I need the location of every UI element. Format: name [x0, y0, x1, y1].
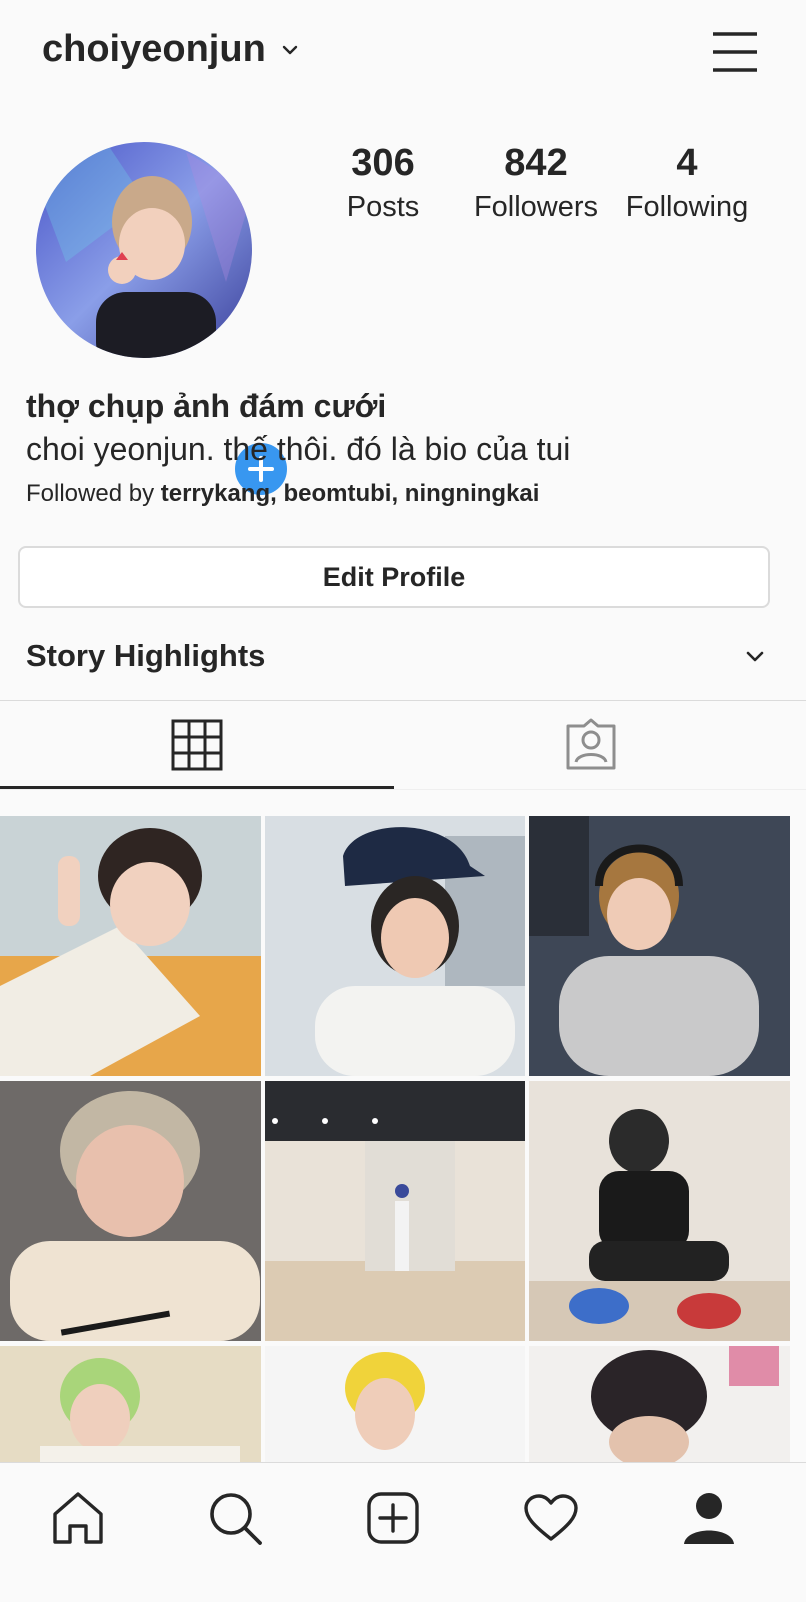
- chevron-down-icon: [282, 45, 297, 54]
- grid-post[interactable]: [265, 1346, 525, 1462]
- followed-by-names[interactable]: terrykang, beomtubi, ningningkai: [161, 480, 540, 507]
- bottom-navigation: [0, 1462, 806, 1602]
- stat-following-value: 4: [676, 142, 698, 184]
- tagged-person-icon: [566, 718, 616, 770]
- grid-post[interactable]: [0, 1346, 261, 1462]
- username-label: choiyeonjun: [42, 28, 266, 70]
- grid-post[interactable]: [529, 816, 790, 1076]
- search-icon: [210, 1493, 262, 1545]
- stat-following-label: Following: [625, 191, 749, 223]
- profile-bio: thợ chụp ảnh đám cưới choi yeonjun. thế …: [26, 386, 786, 514]
- avatar-photo: [36, 142, 252, 358]
- avatar[interactable]: [36, 142, 252, 358]
- stat-following[interactable]: 4 Following: [620, 140, 754, 228]
- grid-post[interactable]: [529, 1081, 790, 1341]
- add-post-icon: [367, 1492, 419, 1544]
- grid-post[interactable]: [265, 1081, 525, 1341]
- edit-profile-button[interactable]: Edit Profile: [18, 546, 770, 608]
- nav-activity[interactable]: [516, 1483, 586, 1553]
- hamburger-menu-icon[interactable]: [710, 28, 760, 76]
- nav-new-post[interactable]: [358, 1483, 428, 1553]
- grid-post[interactable]: [529, 1346, 790, 1462]
- post-photo: [529, 1081, 790, 1341]
- nav-profile[interactable]: [674, 1483, 744, 1553]
- heart-icon: [524, 1494, 578, 1541]
- tab-tagged[interactable]: [394, 701, 788, 789]
- post-photo: [265, 1346, 525, 1462]
- profile-tabs: [0, 701, 806, 791]
- profile-stats: 306 Posts 842 Followers 4 Following: [330, 140, 790, 240]
- stat-posts[interactable]: 306 Posts: [330, 140, 436, 228]
- chevron-down-icon: [746, 651, 764, 662]
- stat-posts-label: Posts: [346, 191, 420, 223]
- tab-posts-grid[interactable]: [0, 701, 394, 789]
- post-photo: [0, 1346, 261, 1462]
- username-switcher[interactable]: choiyeonjun: [42, 28, 300, 71]
- post-photo: [0, 816, 261, 1076]
- bio-text: choi yeonjun. thế thôi. đó là bio của tu…: [26, 431, 571, 467]
- profile-icon: [684, 1493, 734, 1544]
- stat-followers-label: Followers: [473, 191, 599, 223]
- post-photo: [0, 1081, 261, 1341]
- stat-posts-value: 306: [351, 142, 415, 184]
- grid-post[interactable]: [0, 1081, 261, 1341]
- followed-by-prefix: Followed by: [26, 480, 161, 507]
- post-photo: [529, 816, 790, 1076]
- followed-by: Followed by terrykang, beomtubi, ningnin…: [26, 474, 786, 514]
- nav-search[interactable]: [200, 1483, 270, 1553]
- post-photo: [529, 1346, 790, 1462]
- post-photo: [265, 1081, 525, 1341]
- display-name: thợ chụp ảnh đám cưới: [26, 388, 387, 424]
- top-bar: choiyeonjun: [0, 0, 806, 100]
- post-photo: [265, 816, 525, 1076]
- divider: [0, 789, 806, 790]
- home-icon: [53, 1492, 103, 1544]
- grid-post[interactable]: [0, 816, 261, 1076]
- story-highlights-header[interactable]: Story Highlights: [26, 630, 766, 682]
- avatar-container[interactable]: [36, 142, 292, 500]
- stat-followers-value: 842: [504, 142, 568, 184]
- nav-home[interactable]: [43, 1483, 113, 1553]
- story-highlights-title: Story Highlights: [26, 638, 266, 673]
- grid-post[interactable]: [265, 816, 525, 1076]
- grid-icon: [171, 719, 223, 771]
- stat-followers[interactable]: 842 Followers: [466, 140, 606, 228]
